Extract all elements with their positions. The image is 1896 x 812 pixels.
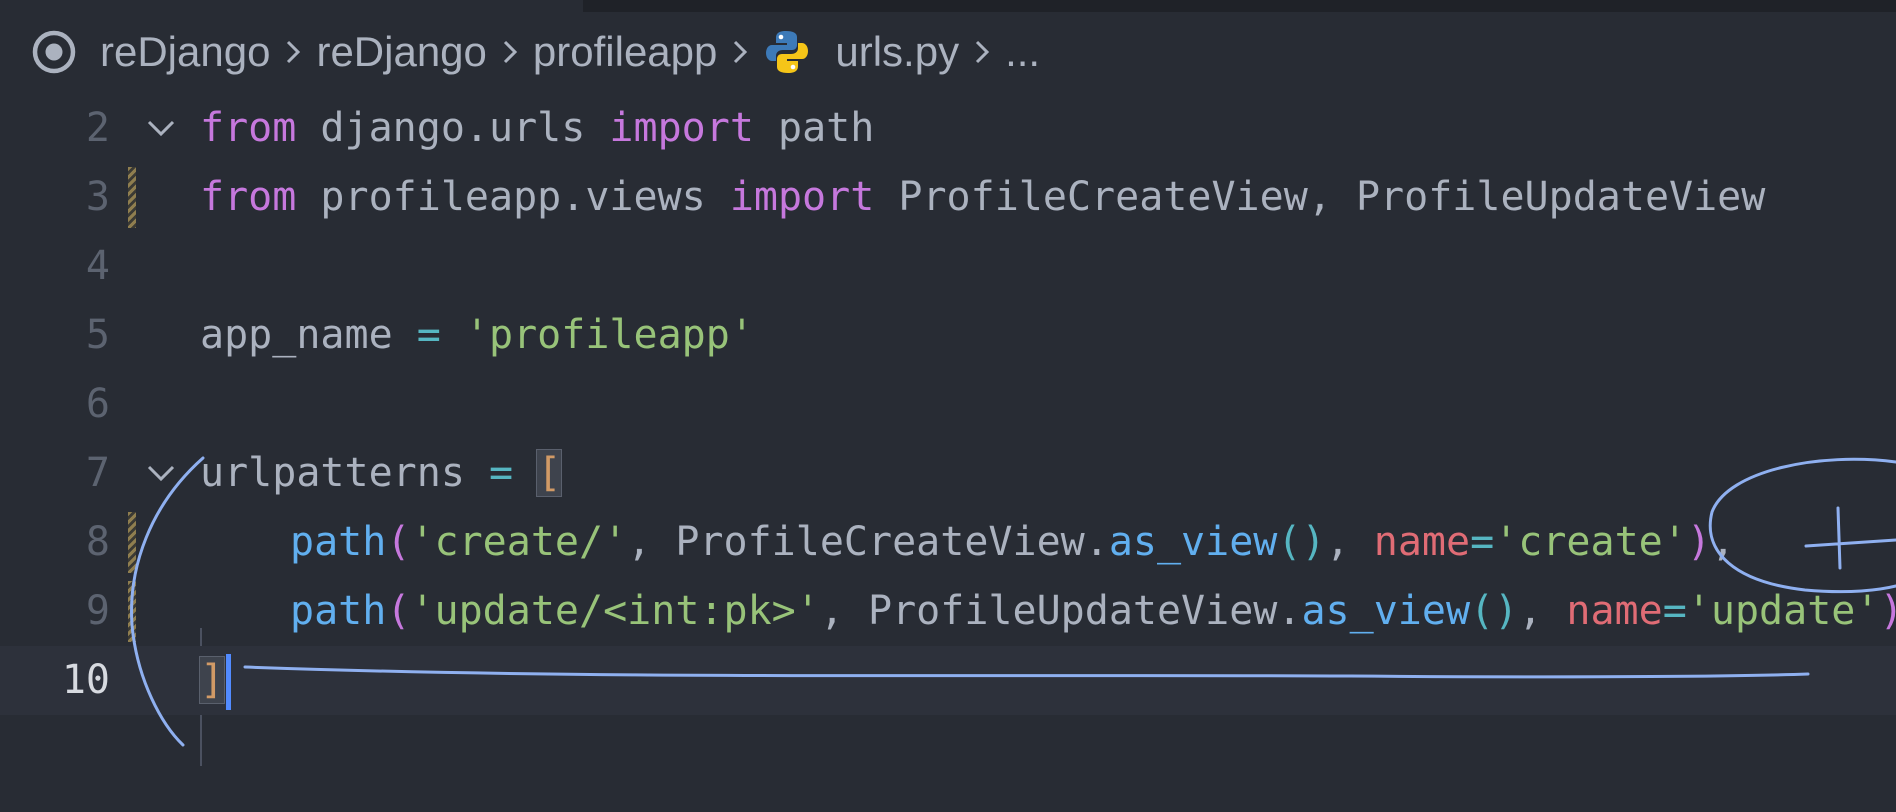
line-number: 8 — [85, 519, 110, 565]
chevron-right-icon — [501, 38, 519, 66]
code-line-4[interactable]: 4 — [0, 232, 1896, 301]
token: path — [290, 519, 387, 565]
breadcrumb-item-file[interactable]: urls.py — [835, 28, 959, 76]
code-line-3[interactable]: 3 from profileapp.views import ProfileCr… — [0, 163, 1896, 232]
target-icon[interactable] — [30, 28, 78, 76]
code-text[interactable]: from django.urls import path — [200, 94, 874, 163]
code-line-2[interactable]: 2 from django.urls import path — [0, 94, 1896, 163]
token: 'profileapp' — [464, 312, 754, 358]
code-text[interactable]: path('create/', ProfileCreateView.as_vie… — [290, 508, 1735, 577]
chevron-down-icon[interactable] — [145, 457, 177, 489]
token: = — [489, 450, 514, 496]
code-line-5[interactable]: 5 app_name = 'profileapp' — [0, 301, 1896, 370]
token: , ProfileUpdateView. — [819, 588, 1302, 634]
line-number: 10 — [61, 657, 110, 703]
chevron-right-icon — [973, 38, 991, 66]
line-number: 2 — [85, 105, 110, 151]
line-number: 9 — [85, 588, 110, 634]
code-text[interactable]: from profileapp.views import ProfileCrea… — [200, 163, 1765, 232]
line-number: 3 — [85, 174, 110, 220]
breadcrumb: reDjango reDjango profileapp urls.py ... — [0, 12, 1896, 92]
line-number: 7 — [85, 450, 110, 496]
token: () — [1470, 588, 1519, 634]
chevron-right-icon — [731, 38, 749, 66]
token: as_view — [1108, 519, 1278, 565]
token: 'update' — [1686, 588, 1880, 634]
modified-gutter-mark — [128, 512, 136, 573]
code-text[interactable]: app_name = 'profileapp' — [200, 301, 754, 370]
token: () — [1277, 519, 1326, 565]
code-text[interactable]: path('update/<int:pk>', ProfileUpdateVie… — [290, 577, 1896, 646]
token: ( — [386, 519, 411, 565]
token: = — [1470, 519, 1495, 565]
code-line-10[interactable]: 10 ] — [0, 646, 1896, 715]
modified-gutter-mark — [128, 581, 136, 642]
code-line-9[interactable]: 9 path('update/<int:pk>', ProfileUpdateV… — [0, 577, 1896, 646]
token: django.urls — [296, 105, 610, 151]
token: import — [729, 174, 875, 220]
token: import — [609, 105, 754, 151]
breadcrumb-item-project[interactable]: reDjango — [100, 28, 270, 76]
token: name — [1566, 588, 1663, 634]
code-line-7[interactable]: 7 urlpatterns = [ — [0, 439, 1896, 508]
token: profileapp.views — [296, 174, 730, 220]
token: , — [1710, 519, 1735, 565]
token: , — [1518, 588, 1567, 634]
token: ) — [1879, 588, 1896, 634]
token: as_view — [1301, 588, 1471, 634]
line-number: 5 — [85, 312, 110, 358]
breadcrumb-item-symbols[interactable]: ... — [1005, 28, 1040, 76]
token: path — [753, 105, 875, 151]
line-number: 6 — [85, 381, 110, 427]
line-number: 4 — [85, 243, 110, 289]
token: ProfileCreateView, ProfileUpdateView — [874, 174, 1766, 220]
chevron-down-icon[interactable] — [145, 112, 177, 144]
token: = — [416, 312, 441, 358]
token: 'create/' — [410, 519, 628, 565]
text-cursor — [226, 654, 232, 710]
token: path — [290, 588, 387, 634]
breadcrumb-item-app[interactable]: profileapp — [533, 28, 717, 76]
token: name — [1373, 519, 1471, 565]
code-text[interactable]: ] — [198, 646, 232, 715]
token: = — [1662, 588, 1687, 634]
token: , ProfileCreateView. — [627, 519, 1109, 565]
code-editor[interactable]: 2 from django.urls import path 3 from pr… — [0, 92, 1896, 812]
matched-bracket: ] — [198, 656, 226, 704]
code-text[interactable]: urlpatterns = [ — [200, 439, 563, 508]
code-line-8[interactable]: 8 path('create/', ProfileCreateView.as_v… — [0, 508, 1896, 577]
matched-bracket: [ — [536, 449, 563, 497]
token: , — [1325, 519, 1374, 565]
code-line-6[interactable]: 6 — [0, 370, 1896, 439]
token: urlpatterns — [200, 450, 465, 496]
token: from — [200, 174, 297, 220]
token: app_name — [200, 312, 393, 358]
top-strip — [583, 0, 1896, 12]
token: from — [200, 105, 297, 151]
token: ( — [386, 588, 411, 634]
modified-gutter-mark — [128, 167, 136, 228]
token: ) — [1686, 519, 1711, 565]
token: 'update/<int:pk>' — [410, 588, 820, 634]
breadcrumb-item-package[interactable]: reDjango — [316, 28, 486, 76]
token: 'create' — [1494, 519, 1687, 565]
chevron-right-icon — [284, 38, 302, 66]
python-icon — [763, 28, 811, 76]
